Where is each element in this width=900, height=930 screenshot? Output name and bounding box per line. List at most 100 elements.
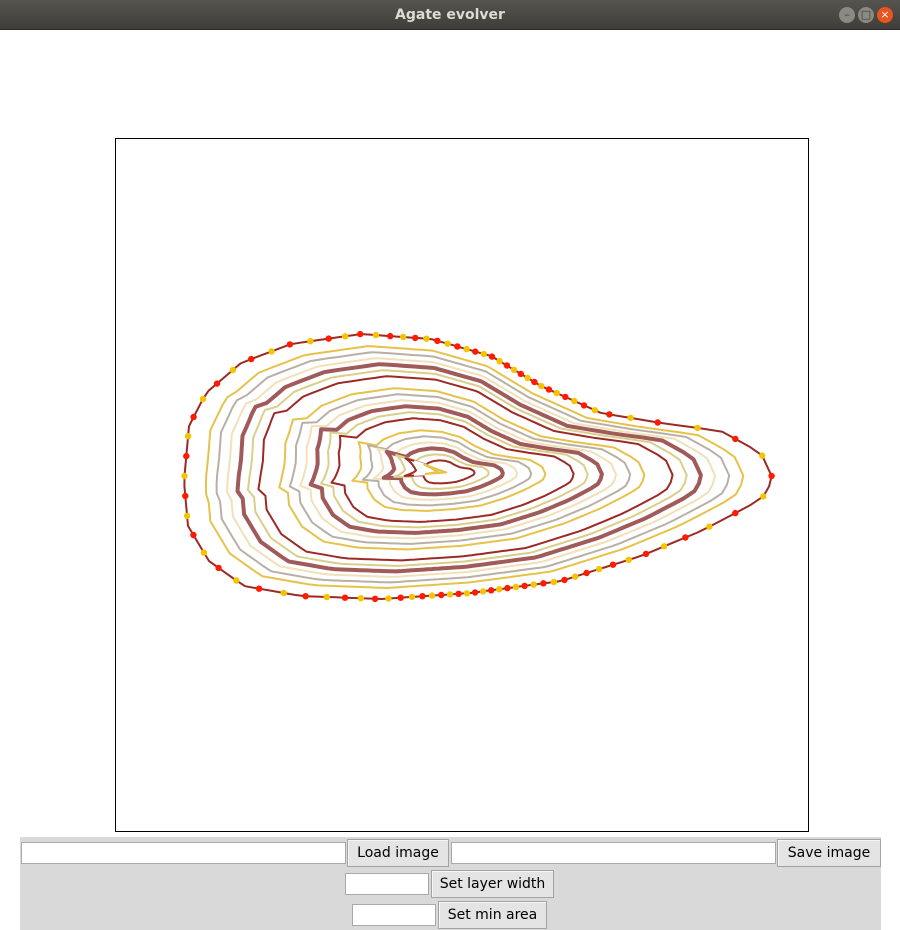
outline-dot: [768, 472, 775, 480]
outline-dot: [408, 593, 416, 601]
outline-dot: [480, 350, 487, 358]
minimize-button[interactable]: –: [839, 7, 855, 23]
title-bar[interactable]: Agate evolver – □ ×: [0, 0, 900, 30]
set-layer-width-button[interactable]: Set layer width: [431, 870, 554, 898]
save-path-input[interactable]: [451, 842, 776, 864]
maximize-button[interactable]: □: [858, 7, 874, 23]
outline-dot: [471, 589, 479, 596]
outline-dot: [280, 589, 287, 597]
outline-dot: [229, 366, 237, 374]
outline-dot: [268, 348, 275, 355]
outline-dot: [609, 561, 617, 568]
outline-dot: [182, 492, 189, 500]
outline-dot: [562, 393, 569, 401]
outline-dot: [642, 550, 650, 558]
outline-dot: [372, 331, 380, 339]
outline-dot: [682, 534, 689, 541]
load-image-button[interactable]: Load image: [347, 839, 449, 867]
outline-dot: [625, 556, 632, 563]
outline-dot: [512, 583, 520, 591]
outline-dot: [248, 355, 255, 363]
control-panel: Load image Save image Set layer width Se…: [20, 837, 881, 930]
outline-dot: [591, 407, 598, 414]
outline-dot: [385, 595, 392, 602]
outline-dot: [357, 330, 364, 338]
outline-dot: [732, 435, 739, 443]
outline-dot: [434, 337, 441, 344]
outline-dot: [759, 452, 766, 459]
outline-dot: [524, 374, 531, 382]
save-image-button[interactable]: Save image: [777, 839, 881, 867]
outline-dot: [553, 389, 560, 397]
window-title: Agate evolver: [395, 7, 505, 23]
outline-dot: [706, 523, 713, 530]
outline-dot: [521, 582, 528, 590]
outline-dot: [446, 591, 454, 598]
outline-dot: [540, 580, 547, 587]
agate-canvas[interactable]: [115, 138, 809, 832]
outline-dot: [387, 332, 394, 340]
outline-dot: [627, 414, 634, 422]
outline-dot: [357, 595, 365, 602]
outline-dot: [561, 576, 568, 584]
outline-dot: [302, 593, 309, 600]
outline-dot: [412, 334, 419, 342]
outline-dot: [472, 348, 479, 355]
outline-dot: [496, 358, 503, 365]
outline-dot: [654, 419, 661, 426]
outline-dot: [423, 335, 430, 342]
outline-dot: [454, 343, 461, 350]
outline-dot: [488, 587, 495, 594]
outline-dot: [400, 333, 407, 341]
outline-dot: [286, 341, 294, 348]
window-controls: – □ ×: [839, 7, 893, 23]
outline-dot: [510, 366, 518, 373]
outline-dot: [661, 543, 668, 550]
outline-dot: [184, 433, 192, 440]
set-min-area-button[interactable]: Set min area: [438, 901, 547, 929]
outline-dot: [550, 578, 557, 586]
outline-dot: [438, 591, 445, 599]
outline-dot: [444, 340, 451, 347]
outline-dot: [496, 586, 503, 593]
outline-dot: [463, 345, 470, 353]
outline-dot: [463, 590, 471, 597]
outline-dot: [760, 493, 767, 500]
outline-dot: [371, 595, 379, 602]
min-area-input[interactable]: [352, 904, 436, 926]
outline-dot: [571, 397, 578, 405]
outline-dot: [323, 593, 330, 601]
outline-dot: [341, 594, 349, 601]
outline-dot: [199, 395, 207, 403]
outline-dot: [419, 593, 426, 600]
outline-dot: [181, 472, 188, 480]
outline-dot: [428, 592, 436, 599]
outline-dot: [397, 594, 404, 601]
outline-dot: [530, 581, 537, 588]
outline-dot: [572, 573, 579, 580]
outline-dot: [531, 378, 538, 386]
outline-dot: [694, 424, 701, 432]
outline-dot: [583, 569, 590, 577]
outline-dot: [183, 452, 190, 460]
outline-dot: [580, 402, 588, 409]
outline-dot: [325, 335, 332, 342]
layer-width-input[interactable]: [345, 873, 429, 895]
outline-dot: [455, 590, 462, 597]
outline-dot: [215, 564, 222, 572]
agate-band: [215, 351, 731, 584]
outline-dot: [488, 353, 496, 360]
outline-dot: [213, 380, 221, 387]
outline-dot: [595, 565, 603, 573]
outline-dot: [183, 512, 191, 520]
outline-dot: [732, 509, 739, 517]
outline-dot: [200, 549, 208, 556]
outline-dot: [233, 577, 240, 584]
image-path-input[interactable]: [21, 842, 346, 864]
outline-dot: [255, 585, 263, 592]
close-button[interactable]: ×: [877, 7, 893, 23]
outline-dot: [538, 382, 545, 390]
outline-dot: [606, 411, 613, 418]
outline-dot: [545, 386, 553, 393]
outline-dot: [479, 588, 487, 595]
